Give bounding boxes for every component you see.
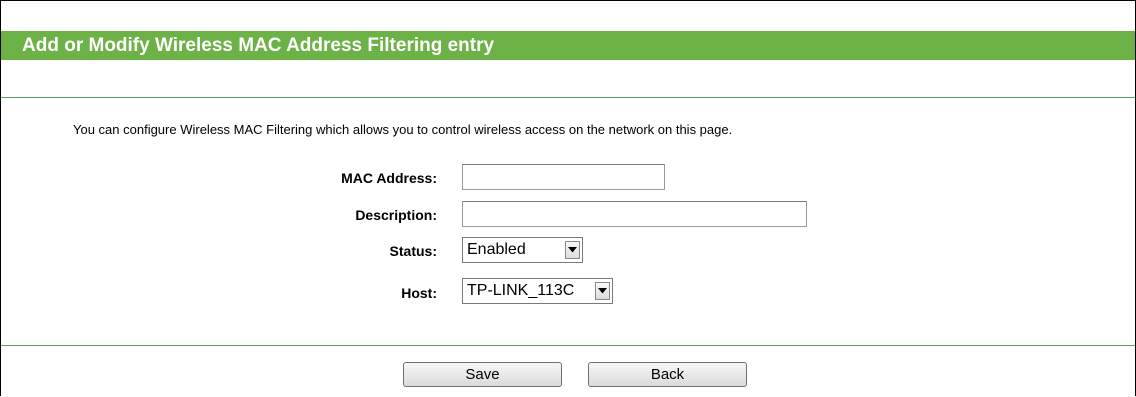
divider-top — [1, 97, 1135, 98]
intro-text: You can configure Wireless MAC Filtering… — [73, 122, 733, 137]
page-frame: Add or Modify Wireless MAC Address Filte… — [0, 0, 1136, 396]
divider-bottom — [1, 345, 1135, 346]
back-button[interactable]: Back — [588, 362, 747, 387]
host-select-value: TP-LINK_113C — [467, 282, 575, 299]
status-select[interactable]: Enabled — [462, 237, 583, 263]
status-select-value: Enabled — [467, 241, 526, 258]
chevron-down-icon[interactable] — [565, 241, 580, 259]
description-label: Description: — [355, 207, 437, 223]
host-label: Host: — [401, 285, 437, 301]
chevron-down-icon[interactable] — [595, 282, 610, 300]
description-input[interactable] — [462, 201, 807, 227]
host-select[interactable]: TP-LINK_113C — [462, 278, 613, 304]
save-button[interactable]: Save — [403, 362, 562, 387]
mac-address-input[interactable] — [462, 164, 665, 190]
status-label: Status: — [389, 243, 437, 259]
header-bar: Add or Modify Wireless MAC Address Filte… — [1, 31, 1135, 60]
mac-address-label: MAC Address: — [341, 170, 437, 186]
page-title: Add or Modify Wireless MAC Address Filte… — [22, 34, 495, 56]
